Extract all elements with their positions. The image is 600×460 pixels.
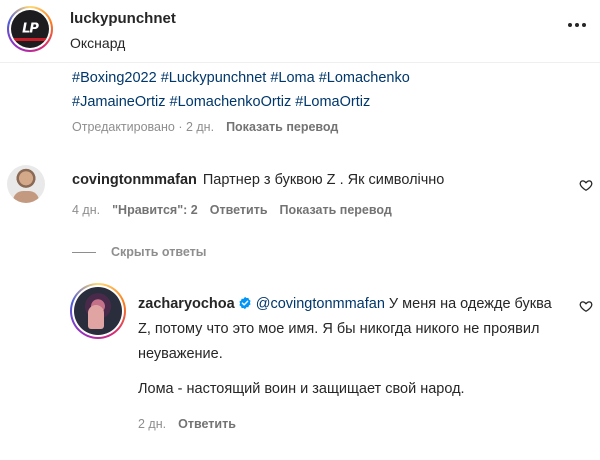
reply-button[interactable]: Ответить — [210, 203, 268, 217]
reply-avatar-photo — [74, 287, 122, 335]
comment-likes[interactable]: "Нравится": 2 — [112, 203, 198, 217]
post-username[interactable]: luckypunchnet — [70, 10, 176, 27]
show-translation-button[interactable]: Показать перевод — [226, 120, 338, 134]
verified-badge-icon — [239, 296, 251, 310]
hashtag-link[interactable]: #Lomachenko — [319, 70, 410, 86]
dot — [568, 23, 572, 27]
logo-lettering: LP — [22, 21, 39, 37]
comment-avatar[interactable] — [7, 165, 45, 203]
reply-username[interactable]: zacharyochoa — [138, 296, 235, 312]
avatar-figure — [88, 305, 104, 329]
caption-meta: Отредактировано · 2 дн. Показать перевод — [72, 120, 338, 134]
comment-body: covingtonmmafan Партнер з буквою Z . Як с… — [72, 172, 444, 188]
heart-icon[interactable] — [579, 178, 593, 192]
heart-icon[interactable] — [579, 299, 593, 313]
logo-stripe — [11, 38, 49, 41]
hide-replies-button[interactable]: Скрыть ответы — [72, 245, 206, 259]
hashtag-link[interactable]: #JamaineOrtiz — [72, 94, 165, 110]
reply-text-paragraph: Лома - настоящий воин и защищает свой на… — [138, 381, 465, 397]
reply-body: zacharyochoa @covingtonmmafan У меня на о… — [138, 292, 558, 367]
avatar-ring-inner — [72, 285, 124, 337]
caption-hashtags: #Boxing2022 #Luckypunchnet #Loma #Lomach… — [72, 66, 592, 114]
comment-meta: 4 дн. "Нравится": 2 Ответить Показать пе… — [72, 203, 392, 217]
mention-link[interactable]: @covingtonmmafan — [256, 296, 385, 312]
edited-timestamp: Отредактировано · 2 дн. — [72, 120, 215, 134]
avatar-figure — [13, 191, 39, 203]
hashtag-link[interactable]: #Boxing2022 — [72, 70, 157, 86]
post-avatar[interactable]: LP — [7, 6, 53, 52]
hide-replies-line — [72, 251, 96, 253]
header-divider — [0, 62, 600, 63]
reply-button[interactable]: Ответить — [178, 417, 236, 431]
reply-avatar[interactable] — [70, 283, 126, 339]
reply-time: 2 дн. — [138, 417, 167, 431]
hashtag-link[interactable]: #Loma — [270, 70, 314, 86]
luckypunch-logo: LP — [11, 10, 49, 48]
comments-panel: LP luckypunchnet Окснард #Boxing2022 #Lu… — [0, 0, 600, 460]
hashtag-link[interactable]: #Luckypunchnet — [161, 70, 267, 86]
reply-meta: 2 дн. Ответить — [138, 417, 236, 431]
comment-username[interactable]: covingtonmmafan — [72, 172, 197, 188]
avatar-ring-inner: LP — [9, 8, 51, 50]
dot — [575, 23, 579, 27]
hashtag-link[interactable]: #LomaOrtiz — [295, 94, 370, 110]
more-options-icon[interactable] — [565, 13, 589, 37]
comment-text: Партнер з буквою Z . Як символічно — [202, 172, 445, 188]
hide-replies-label: Скрыть ответы — [111, 245, 207, 259]
dot — [582, 23, 586, 27]
comment-time: 4 дн. — [72, 203, 101, 217]
show-translation-button[interactable]: Показать перевод — [280, 203, 392, 217]
post-location[interactable]: Окснард — [70, 35, 125, 51]
post-header: LP luckypunchnet Окснард — [0, 0, 600, 62]
hashtag-link[interactable]: #LomachenkoOrtiz — [170, 94, 292, 110]
